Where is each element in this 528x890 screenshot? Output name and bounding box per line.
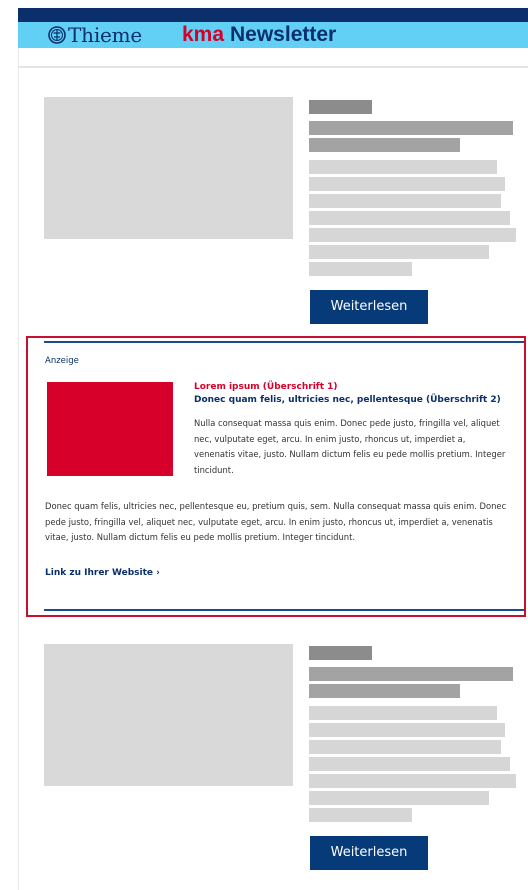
ad-heading-2: Donec quam felis, ultricies nec, pellent…	[194, 395, 501, 405]
article-title-placeholder	[309, 121, 513, 135]
header-divider	[18, 66, 528, 68]
newsletter-page: Thieme kma Newsletter Weiterlesen Anzeig…	[0, 0, 528, 890]
article-text-placeholder	[309, 194, 501, 208]
article-title-placeholder	[309, 138, 460, 152]
ad-image[interactable]	[47, 382, 173, 476]
read-more-button[interactable]: Weiterlesen	[310, 290, 428, 324]
ad-website-link[interactable]: Link zu Ihrer Website ›	[45, 568, 160, 578]
article-title-placeholder	[309, 684, 460, 698]
article-text-placeholder	[309, 160, 497, 174]
product-prefix: kma	[182, 23, 225, 46]
article-image-placeholder	[44, 644, 293, 786]
article-text-placeholder	[309, 211, 510, 225]
ad-label: Anzeige	[45, 356, 79, 366]
article-text-placeholder	[309, 774, 516, 788]
article-title-placeholder	[309, 667, 513, 681]
article-text-placeholder	[309, 245, 489, 259]
thieme-logo-icon	[48, 26, 66, 44]
article-text-placeholder	[309, 808, 412, 822]
article-text-placeholder	[309, 706, 497, 720]
ad-top-rule	[44, 341, 524, 343]
article-text-placeholder	[309, 228, 516, 242]
article-text-placeholder	[309, 757, 510, 771]
product-name: Newsletter	[230, 23, 337, 46]
article-text-placeholder	[309, 791, 489, 805]
ad-paragraph-1: Nulla consequat massa quis enim. Donec p…	[194, 418, 506, 475]
article-text-placeholder	[309, 740, 501, 754]
brand-logo-text: Thieme	[68, 23, 143, 47]
advertisement-box: Anzeige Lorem ipsum (Überschrift 1) Done…	[26, 336, 526, 617]
ad-heading-1: Lorem ipsum (Überschrift 1)	[194, 382, 338, 392]
read-more-button[interactable]: Weiterlesen	[310, 836, 428, 870]
article-text-placeholder	[309, 177, 505, 191]
article-kicker-placeholder	[309, 100, 372, 114]
article-text-placeholder	[309, 262, 412, 276]
ad-bottom-rule	[44, 609, 524, 611]
article-text-placeholder	[309, 723, 505, 737]
article-kicker-placeholder	[309, 646, 372, 660]
article-image-placeholder	[44, 97, 293, 239]
header-bar: Thieme kma Newsletter	[18, 22, 528, 48]
ad-paragraph-2: Donec quam felis, ultricies nec, pellent…	[45, 501, 507, 542]
top-bar	[18, 8, 528, 22]
